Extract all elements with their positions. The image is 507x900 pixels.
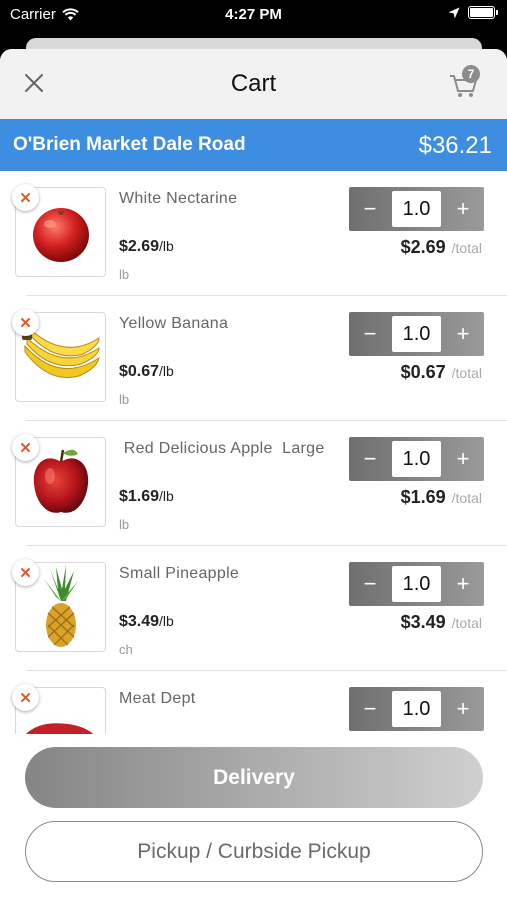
- item-unit: lb: [119, 267, 130, 282]
- store-header: O'Brien Market Dale Road $36.21: [0, 119, 507, 171]
- quantity-stepper: − 1.0 +: [349, 312, 484, 356]
- item-unit: lb: [119, 392, 130, 407]
- increase-quantity-button[interactable]: +: [443, 437, 483, 481]
- increase-quantity-button[interactable]: +: [443, 312, 483, 356]
- pickup-button[interactable]: Pickup / Curbside Pickup: [25, 821, 483, 882]
- item-name: Yellow Banana: [119, 315, 229, 332]
- increase-quantity-button[interactable]: +: [443, 687, 483, 731]
- item-price: $1.69/lb: [119, 488, 174, 506]
- remove-item-button[interactable]: ✕: [12, 434, 39, 461]
- cart-count-badge: 7: [462, 65, 480, 83]
- quantity-stepper: − 1.0 +: [349, 687, 484, 731]
- quantity-stepper: − 1.0 +: [349, 562, 484, 606]
- price-value: $2.69: [119, 238, 160, 255]
- item-name: White Nectarine: [119, 190, 238, 207]
- line-total-amount: $2.69: [400, 237, 446, 257]
- status-bar: Carrier 4:27 PM: [0, 0, 507, 32]
- item-unit: ch: [119, 642, 133, 657]
- item-name: Red Delicious Apple Large: [119, 440, 325, 457]
- page-title: Cart: [230, 70, 277, 97]
- line-total-label: /total: [451, 240, 482, 256]
- quantity-field[interactable]: 1.0: [392, 441, 441, 477]
- decrease-quantity-button[interactable]: −: [350, 187, 390, 231]
- price-unit: /lb: [159, 238, 174, 254]
- line-total: $2.69/total: [401, 237, 482, 258]
- item-price: $3.49/lb: [119, 613, 174, 631]
- remove-item-button[interactable]: ✕: [12, 559, 39, 586]
- quantity-field[interactable]: 1.0: [392, 566, 441, 602]
- remove-item-button[interactable]: ✕: [12, 309, 39, 336]
- price-unit: /lb: [159, 613, 174, 629]
- store-total: $36.21: [418, 132, 492, 159]
- remove-item-button[interactable]: ✕: [12, 184, 39, 211]
- line-total-label: /total: [451, 615, 482, 631]
- increase-quantity-button[interactable]: +: [443, 187, 483, 231]
- line-total: $0.67/total: [401, 362, 482, 383]
- remove-item-button[interactable]: ✕: [12, 684, 39, 711]
- item-price: $0.67/lb: [119, 363, 174, 381]
- store-name: O'Brien Market Dale Road: [13, 134, 246, 155]
- decrease-quantity-button[interactable]: −: [350, 687, 390, 731]
- cart-item: ✕ White Nectarine $2.69/lb lb − 1.0 + $2…: [0, 171, 507, 296]
- quantity-stepper: − 1.0 +: [349, 437, 484, 481]
- item-unit: lb: [119, 517, 130, 532]
- cart-sheet: Cart 7 O'Brien Market Dale Road $36.21 ✕…: [0, 49, 507, 900]
- checkout-actions: Delivery Pickup / Curbside Pickup: [0, 734, 507, 900]
- clock: 4:27 PM: [225, 6, 282, 23]
- price-value: $3.49: [119, 613, 160, 630]
- cart-item: ✕ Yellow Banana $0.67/lb lb − 1.0 + $0.6…: [0, 296, 507, 421]
- delivery-button[interactable]: Delivery: [25, 747, 483, 808]
- price-unit: /lb: [159, 488, 174, 504]
- price-value: $0.67: [119, 363, 160, 380]
- quantity-stepper: − 1.0 +: [349, 187, 484, 231]
- line-total-amount: $0.67: [400, 362, 446, 382]
- line-total-amount: $1.69: [400, 487, 446, 507]
- cart-item: ✕ Small Pineapple $3.49/lb ch − 1.0 + $3…: [0, 546, 507, 671]
- decrease-quantity-button[interactable]: −: [350, 562, 390, 606]
- cart-item: ✕ Red Delicious Apple Large $1.69/lb lb …: [0, 421, 507, 546]
- nav-bar: Cart 7: [0, 49, 507, 119]
- quantity-field[interactable]: 1.0: [392, 691, 441, 727]
- decrease-quantity-button[interactable]: −: [350, 312, 390, 356]
- price-value: $1.69: [119, 488, 160, 505]
- quantity-field[interactable]: 1.0: [392, 191, 441, 227]
- status-right: [448, 6, 498, 19]
- line-total-label: /total: [451, 490, 482, 506]
- item-price: $2.69/lb: [119, 238, 174, 256]
- line-total-amount: $3.49: [400, 612, 446, 632]
- cart-item-list[interactable]: ✕ White Nectarine $2.69/lb lb − 1.0 + $2…: [0, 171, 507, 734]
- line-total: $3.49/total: [401, 612, 482, 633]
- item-name: Small Pineapple: [119, 565, 240, 582]
- battery-icon: [468, 6, 498, 19]
- line-total: $1.69/total: [401, 487, 482, 508]
- quantity-field[interactable]: 1.0: [392, 316, 441, 352]
- location-arrow-icon: [448, 7, 460, 18]
- line-total-label: /total: [451, 365, 482, 381]
- decrease-quantity-button[interactable]: −: [350, 437, 390, 481]
- increase-quantity-button[interactable]: +: [443, 562, 483, 606]
- price-unit: /lb: [159, 363, 174, 379]
- cart-item: ✕ Meat Dept − 1.0 +: [0, 671, 507, 734]
- item-name: Meat Dept: [119, 690, 196, 707]
